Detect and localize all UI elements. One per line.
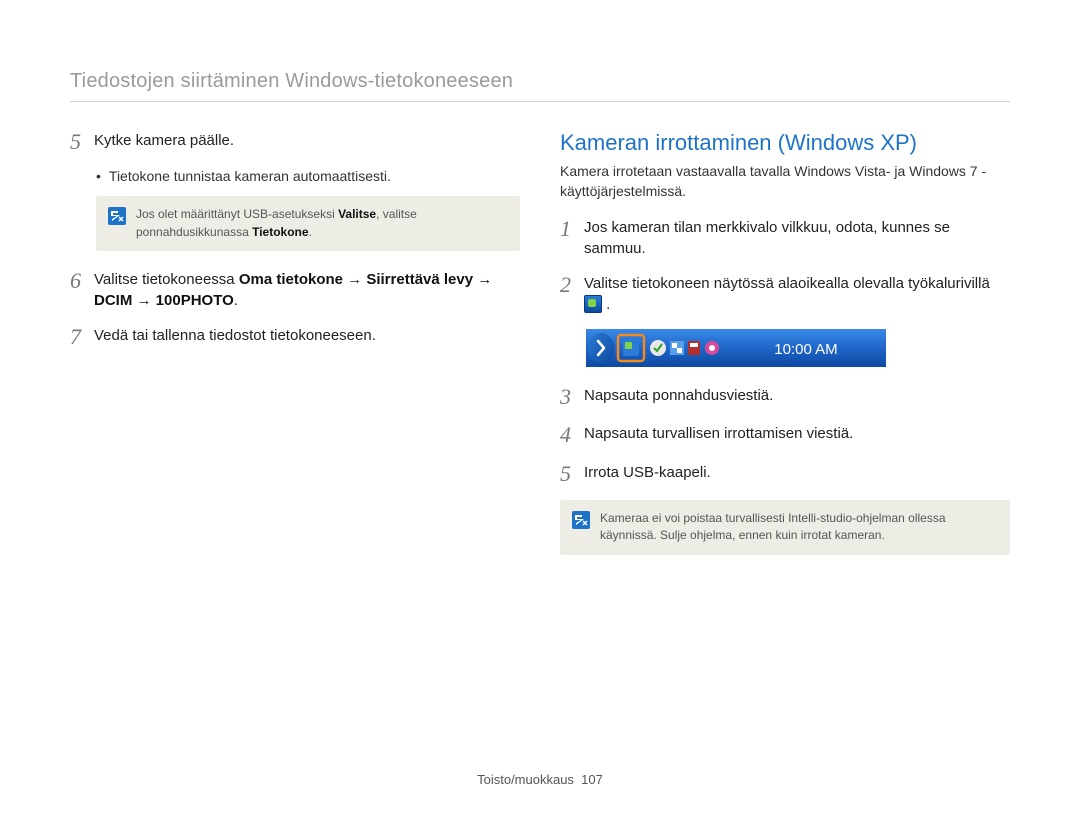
step-4-right: 4 Napsauta turvallisen irrottamisen vies… [560,423,1010,447]
step-number: 1 [560,217,584,241]
note-text: Jos olet määrittänyt USB-asetukseksi Val… [136,206,508,241]
step-number: 5 [70,130,94,154]
note-box-left: Jos olet määrittänyt USB-asetukseksi Val… [96,196,520,251]
step-1-right: 1 Jos kameran tilan merkkivalo vilkkuu, … [560,217,1010,259]
taskbar-tray-image: 10:00 AM [586,329,1010,367]
step-number: 4 [560,423,584,447]
step-text: Napsauta turvallisen irrottamisen viesti… [584,423,853,444]
section-heading: Kameran irrottaminen (Windows XP) [560,130,1010,156]
page-title: Tiedostojen siirtäminen Windows-tietokon… [70,70,1010,93]
step-text: Napsauta ponnahdusviestiä. [584,385,773,406]
divider [70,101,1010,102]
step-number: 5 [560,462,584,486]
step-text: Irrota USB-kaapeli. [584,462,711,483]
taskbar-svg: 10:00 AM [586,329,886,367]
bullet-text: Tietokone tunnistaa kameran automaattise… [109,168,391,184]
page-footer: Toisto/muokkaus 107 [0,772,1080,787]
step-text: Vedä tai tallenna tiedostot tietokoneese… [94,325,376,346]
step-5-bullet: • Tietokone tunnistaa kameran automaatti… [96,168,520,184]
right-column: Kameran irrottaminen (Windows XP) Kamera… [560,130,1010,573]
step-text: Valitse tietokoneessa Oma tietokone → Si… [94,269,520,311]
note-text: Kameraa ei voi poistaa turvallisesti Int… [600,510,998,545]
two-column-layout: 5 Kytke kamera päälle. • Tietokone tunni… [70,130,1010,573]
step-7: 7 Vedä tai tallenna tiedostot tietokonee… [70,325,520,349]
step-2-right: 2 Valitse tietokoneen näytössä alaoikeal… [560,273,1010,315]
step-number: 3 [560,385,584,409]
step-3-right: 3 Napsauta ponnahdusviestiä. [560,385,1010,409]
step-text: Kytke kamera päälle. [94,130,234,151]
footer-section: Toisto/muokkaus [477,772,574,787]
step-text: Jos kameran tilan merkkivalo vilkkuu, od… [584,217,1010,259]
step-5: 5 Kytke kamera päälle. [70,130,520,154]
note-box-right: Kameraa ei voi poistaa turvallisesti Int… [560,500,1010,555]
step-number: 6 [70,269,94,293]
left-column: 5 Kytke kamera päälle. • Tietokone tunni… [70,130,520,573]
step-text: Valitse tietokoneen näytössä alaoikealla… [584,273,1010,315]
section-subtext: Kamera irrotetaan vastaavalla tavalla Wi… [560,162,1010,201]
safely-remove-icon [584,295,602,313]
note-icon [572,511,590,529]
step-number: 2 [560,273,584,297]
step-6: 6 Valitse tietokoneessa Oma tietokone → … [70,269,520,311]
step-5-right: 5 Irrota USB-kaapeli. [560,462,1010,486]
footer-page: 107 [581,772,603,787]
step-number: 7 [70,325,94,349]
note-icon [108,207,126,225]
tray-time: 10:00 AM [774,341,837,358]
manual-page: Tiedostojen siirtäminen Windows-tietokon… [0,0,1080,815]
bullet-dot: • [96,168,101,184]
